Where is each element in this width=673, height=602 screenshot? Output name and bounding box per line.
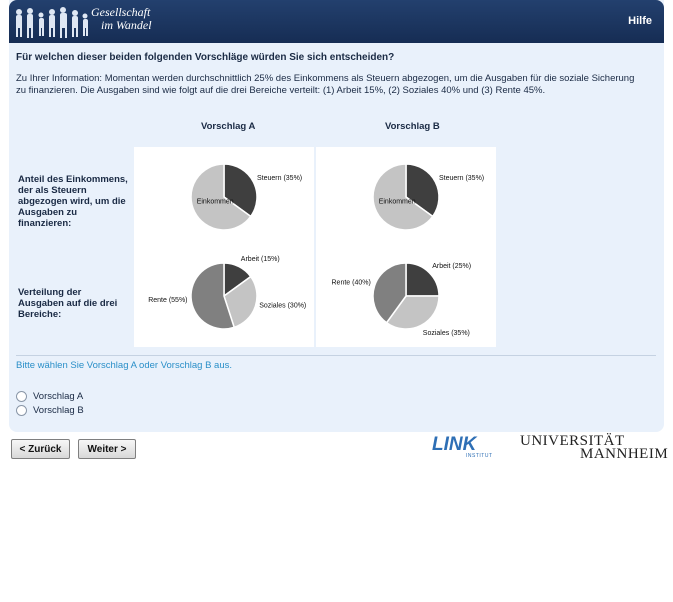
help-link[interactable]: Hilfe xyxy=(628,15,652,27)
pie-slice-label: Soziales (30%) xyxy=(259,302,306,309)
radio-option-a[interactable] xyxy=(16,391,27,402)
pie-a-distribution: Arbeit (15%) Soziales (30%) Rente (55%) xyxy=(148,256,306,330)
header-bar: Gesellschaft im Wandel Hilfe xyxy=(9,0,664,43)
brand-line-2: im Wandel xyxy=(101,18,152,32)
column-header-a: Vorschlag A xyxy=(201,121,256,132)
option-b-label: Vorschlag B xyxy=(33,405,84,416)
pie-b-tax: Steuern (35%) Einkommen xyxy=(372,163,484,231)
pie-slice-label: Rente (40%) xyxy=(332,280,371,287)
proposal-b-charts: Steuern (35%) Einkommen Arbeit (25%) Sozia… xyxy=(316,147,496,347)
link-institut-logo: LINK INSTITUT xyxy=(432,434,496,464)
link-logo-subtext: INSTITUT xyxy=(466,453,493,459)
pie-slice-label: Einkommen xyxy=(379,199,416,206)
pie-slice-label: Steuern (35%) xyxy=(439,175,484,182)
pie-a-tax: Steuern (35%) Einkommen xyxy=(190,163,302,231)
people-silhouette-icon xyxy=(16,7,88,38)
proposal-a-svg: Steuern (35%) Einkommen Arbeit (15%) Sozia… xyxy=(148,163,306,330)
option-a[interactable]: Vorschlag A xyxy=(16,391,83,402)
option-a-label: Vorschlag A xyxy=(33,391,84,402)
pie-slice-label: Soziales (35%) xyxy=(423,330,470,337)
pie-slice-label: Arbeit (15%) xyxy=(241,256,280,263)
proposal-b-svg: Steuern (35%) Einkommen Arbeit (25%) Sozia… xyxy=(332,163,484,337)
option-b[interactable]: Vorschlag B xyxy=(16,405,84,416)
brand-line-1: Gesellschaft xyxy=(91,5,151,19)
university-line-2: MANNHEIM xyxy=(580,446,669,462)
pie-b-distribution: Arbeit (25%) Soziales (35%) Rente (40%) xyxy=(332,262,471,337)
pie-slice-label: Steuern (35%) xyxy=(257,175,302,182)
row-label-tax: Anteil des Einkommens, der als Steuern a… xyxy=(18,174,128,229)
next-button[interactable]: Weiter > xyxy=(78,439,136,459)
pie-slice-label: Rente (55%) xyxy=(148,297,187,304)
brand-logo-text: Gesellschaft im Wandel xyxy=(91,6,152,32)
column-header-b: Vorschlag B xyxy=(385,121,440,132)
pie-slice-label: Arbeit (25%) xyxy=(432,263,471,270)
selection-prompt: Bitte wählen Sie Vorschlag A oder Vorsch… xyxy=(16,360,232,371)
question-text: Für welchen dieser beiden folgenden Vors… xyxy=(16,52,395,63)
row-label-distribution: Verteilung der Ausgaben auf die drei Ber… xyxy=(18,287,118,320)
divider xyxy=(16,355,656,356)
proposal-a-charts: Steuern (35%) Einkommen Arbeit (15%) Sozia… xyxy=(134,147,314,347)
back-button[interactable]: < Zurück xyxy=(11,439,70,459)
radio-option-b[interactable] xyxy=(16,405,27,416)
pie-slice-label: Einkommen xyxy=(197,199,234,206)
info-text: Zu Ihrer Information: Momentan werden du… xyxy=(16,73,635,96)
university-mannheim-logo: UNIVERSITÄT MANNHEIM xyxy=(520,433,668,463)
